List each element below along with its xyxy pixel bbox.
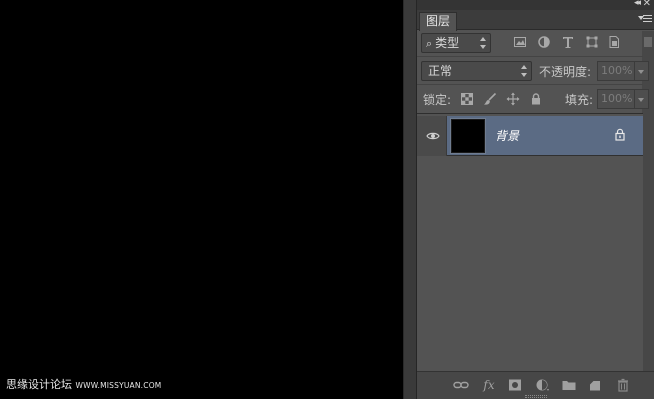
filter-kind-label: 类型 bbox=[435, 36, 460, 50]
panel-tab-bar: 图层 bbox=[417, 10, 654, 31]
lock-label: 锁定: bbox=[423, 93, 452, 107]
document-canvas[interactable]: 思缘设计论坛 WWW.MISSYUAN.COM bbox=[0, 0, 403, 399]
new-layer-icon[interactable] bbox=[587, 378, 603, 392]
layer-style-fx-icon[interactable]: fx bbox=[481, 378, 497, 392]
filter-kind-select[interactable]: ⌕ 类型 bbox=[421, 33, 491, 53]
scrollbar[interactable] bbox=[642, 31, 654, 371]
divider bbox=[417, 56, 643, 57]
add-mask-icon[interactable] bbox=[507, 378, 523, 392]
fill-field[interactable]: 100% bbox=[597, 89, 635, 109]
chevron-updown-icon bbox=[480, 37, 486, 49]
watermark-url: WWW.MISSYUAN.COM bbox=[75, 381, 162, 390]
layer-filter-row: ⌕ 类型 bbox=[421, 33, 643, 53]
eye-icon bbox=[426, 132, 440, 140]
layer-lock-icon bbox=[615, 128, 625, 141]
close-icon[interactable]: ✕ bbox=[643, 0, 651, 9]
scrollbar-thumb[interactable] bbox=[644, 37, 652, 47]
fill-label: 填充: bbox=[565, 93, 594, 107]
trash-icon[interactable] bbox=[615, 378, 631, 392]
panel-gutter bbox=[403, 0, 416, 399]
watermark: 思缘设计论坛 WWW.MISSYUAN.COM bbox=[6, 376, 161, 392]
lock-row: 锁定: 填充: 100% bbox=[421, 89, 651, 109]
layer-thumbnail[interactable] bbox=[450, 118, 486, 154]
blend-row: 正常 不透明度: 100% bbox=[421, 61, 651, 81]
dock-header: ◂◂ ✕ bbox=[417, 0, 654, 10]
new-group-folder-icon[interactable] bbox=[561, 378, 577, 392]
smart-object-filter-icon[interactable] bbox=[607, 35, 621, 49]
fill-dropdown-icon[interactable] bbox=[635, 89, 649, 109]
chevron-updown-icon bbox=[521, 65, 527, 77]
tab-layers[interactable]: 图层 bbox=[419, 12, 458, 31]
adjustment-layer-icon[interactable] bbox=[535, 378, 551, 392]
lock-image-pixels-icon[interactable] bbox=[483, 92, 497, 106]
divider bbox=[417, 84, 643, 85]
layers-list: 背景 bbox=[417, 113, 643, 371]
search-icon: ⌕ bbox=[426, 37, 433, 50]
panel-menu-icon[interactable] bbox=[638, 13, 653, 25]
opacity-field[interactable]: 100% bbox=[597, 61, 635, 81]
blend-mode-select[interactable]: 正常 bbox=[421, 61, 532, 81]
layers-footer: fx bbox=[417, 371, 654, 399]
lock-transparent-pixels-icon[interactable] bbox=[460, 92, 474, 106]
lock-position-icon[interactable] bbox=[506, 92, 520, 106]
resize-grip[interactable] bbox=[525, 395, 547, 398]
opacity-label: 不透明度: bbox=[539, 65, 592, 79]
shape-filter-icon[interactable] bbox=[585, 35, 599, 49]
layer-row-background[interactable]: 背景 bbox=[417, 116, 643, 156]
layers-panel: ◂◂ ✕ 图层 ⌕ 类型 正常 不透明度: 100% 锁定: 填充: 100% … bbox=[416, 0, 654, 399]
lock-all-icon[interactable] bbox=[529, 92, 543, 106]
link-layers-icon[interactable] bbox=[453, 378, 469, 392]
visibility-toggle[interactable] bbox=[417, 116, 447, 156]
adjustment-filter-icon[interactable] bbox=[537, 35, 551, 49]
pixel-filter-icon[interactable] bbox=[513, 35, 527, 49]
layer-name[interactable]: 背景 bbox=[495, 127, 519, 144]
type-filter-icon[interactable] bbox=[561, 35, 575, 49]
collapse-icon[interactable]: ◂◂ bbox=[634, 0, 641, 8]
watermark-text: 思缘设计论坛 bbox=[6, 378, 72, 391]
blend-mode-value: 正常 bbox=[428, 64, 453, 78]
opacity-dropdown-icon[interactable] bbox=[635, 61, 649, 81]
